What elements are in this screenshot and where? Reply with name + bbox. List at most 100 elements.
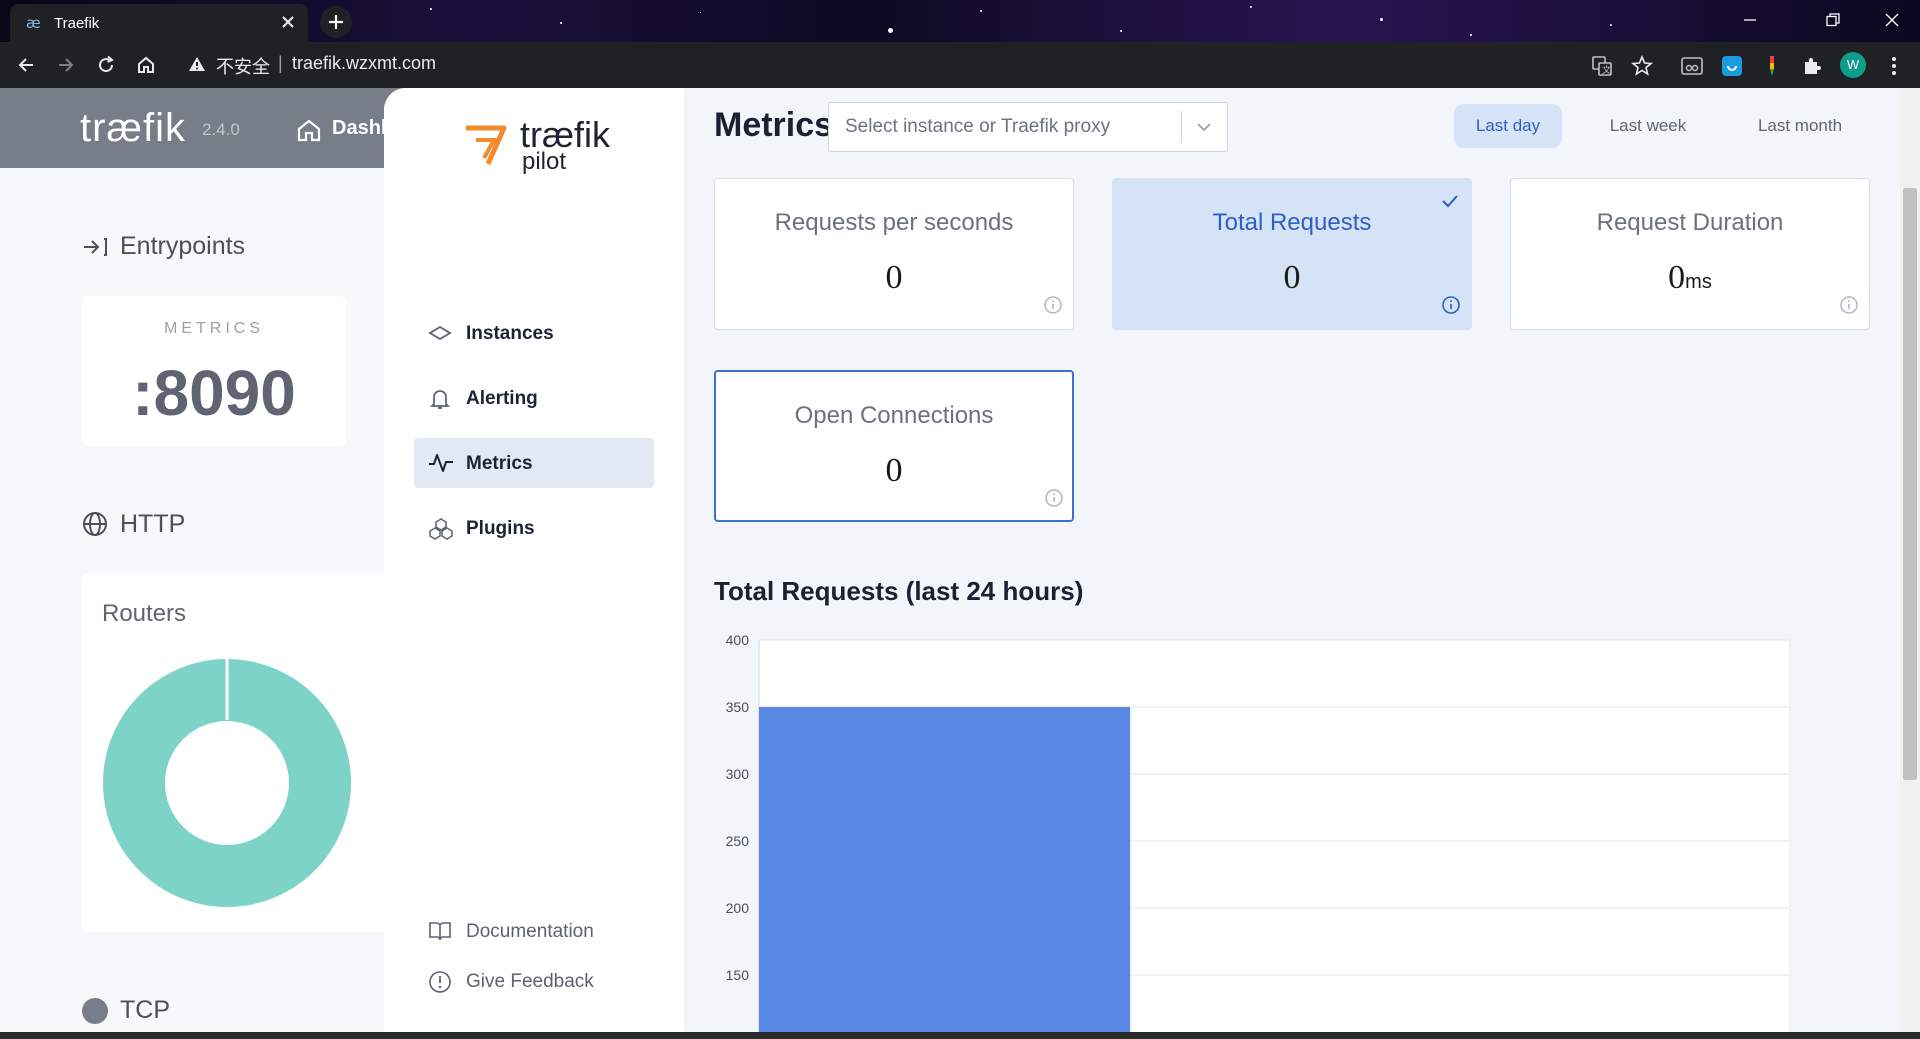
background-star xyxy=(430,8,432,10)
chart-bar xyxy=(759,707,1131,1039)
background-star xyxy=(980,10,982,12)
range-last-week[interactable]: Last week xyxy=(1588,104,1708,148)
routers-heading: Routers xyxy=(102,600,187,627)
entrypoints-heading: Entrypoints xyxy=(120,232,246,260)
entrypoint-name: METRICS xyxy=(164,320,264,337)
total-requests-chart[interactable]: 400 350 300 250 200 150 xyxy=(714,628,1834,1039)
bell-icon xyxy=(428,387,452,411)
back-button[interactable] xyxy=(12,51,40,79)
home-button[interactable] xyxy=(132,51,160,79)
metric-value: 0 xyxy=(885,259,903,296)
plus-icon xyxy=(329,15,343,29)
nav-item-label: Documentation xyxy=(466,921,594,942)
nav-item-plugins[interactable]: Plugins xyxy=(414,503,654,553)
translate-icon[interactable]: 文 xyxy=(1590,54,1614,78)
minimize-icon xyxy=(1744,19,1756,21)
nav-item-documentation[interactable]: Documentation xyxy=(414,906,654,956)
nav-item-give-feedback[interactable]: Give Feedback xyxy=(414,956,654,1006)
close-icon xyxy=(1885,13,1899,27)
arrow-left-icon xyxy=(18,58,33,72)
nav-item-alerting[interactable]: Alerting xyxy=(414,373,654,423)
metrics-main: Metrics Select instance or Traefik proxy… xyxy=(684,88,1904,1039)
nav-item-label: Give Feedback xyxy=(466,971,594,992)
y-tick-label: 350 xyxy=(726,699,750,715)
background-star xyxy=(1470,34,1472,36)
kebab-menu-icon[interactable] xyxy=(1882,54,1906,78)
reader-extension-icon[interactable] xyxy=(1680,54,1704,78)
pilot-panel: træfik pilot Instances Alerting Metrics xyxy=(384,88,1920,1039)
traefik-logo[interactable]: træfik xyxy=(80,106,186,151)
instances-icon xyxy=(428,322,452,344)
nav-item-label: Instances xyxy=(466,323,554,344)
metric-unit: ms xyxy=(1685,271,1712,293)
y-tick-label: 150 xyxy=(726,967,750,983)
chart-title: Total Requests (last 24 hours) xyxy=(714,576,1084,606)
reload-button[interactable] xyxy=(92,51,120,79)
url-separator: | xyxy=(278,53,283,73)
y-tick-label: 250 xyxy=(726,833,750,849)
pilot-logo[interactable]: træfik pilot xyxy=(464,114,614,180)
nav-item-instances[interactable]: Instances xyxy=(414,308,654,358)
nav-item-label: Plugins xyxy=(466,518,535,539)
plugins-icon xyxy=(428,517,454,541)
metric-card-title: Request Duration xyxy=(1596,209,1784,236)
arrow-right-icon xyxy=(59,58,74,72)
info-icon[interactable] xyxy=(1441,295,1461,315)
puzzle-extensions-icon[interactable] xyxy=(1800,54,1824,78)
http-heading: HTTP xyxy=(120,510,186,538)
range-last-day[interactable]: Last day xyxy=(1454,104,1562,148)
background-star xyxy=(1610,24,1612,26)
bookmark-star-icon[interactable] xyxy=(1630,54,1654,78)
nav-item-metrics[interactable]: Metrics xyxy=(414,438,654,488)
insecure-label[interactable]: 不安全 xyxy=(216,53,270,79)
requests-per-second-card[interactable]: Requests per seconds 0 xyxy=(714,178,1074,330)
profile-avatar[interactable]: W xyxy=(1840,52,1866,78)
routers-donut-chart[interactable] xyxy=(102,658,352,908)
background-star xyxy=(888,28,893,33)
info-icon[interactable] xyxy=(1043,295,1063,315)
metric-card-title: Open Connections xyxy=(794,402,994,429)
chevron-down-icon[interactable] xyxy=(1195,119,1213,135)
extension-color-icon[interactable] xyxy=(1760,54,1784,78)
background-star xyxy=(560,22,562,24)
background-star xyxy=(1250,6,1252,8)
metric-value: 0 xyxy=(1668,259,1686,296)
extension-blue-icon[interactable] xyxy=(1720,54,1744,78)
instance-select[interactable]: Select instance or Traefik proxy xyxy=(828,102,1228,152)
scrollbar-thumb[interactable] xyxy=(1903,188,1917,780)
request-duration-card[interactable]: Request Duration 0ms xyxy=(1510,178,1870,330)
range-last-month[interactable]: Last month xyxy=(1730,104,1870,148)
restore-button[interactable] xyxy=(1805,0,1861,40)
check-icon xyxy=(1441,193,1459,209)
info-icon[interactable] xyxy=(1044,488,1064,508)
pilot-logo-pilot: pilot xyxy=(522,148,567,175)
tab-close-icon[interactable] xyxy=(280,14,296,30)
metric-value: 0 xyxy=(885,452,903,489)
metric-card-title: Requests per seconds xyxy=(774,209,1014,236)
version-label: 2.4.0 xyxy=(202,120,240,139)
forward-button[interactable] xyxy=(52,51,80,79)
select-divider xyxy=(1181,111,1182,143)
entrypoint-arrow-icon xyxy=(82,236,108,258)
info-icon[interactable] xyxy=(1839,295,1859,315)
tcp-heading: TCP xyxy=(120,996,170,1024)
close-window-button[interactable] xyxy=(1864,0,1920,40)
address-bar-row: 不安全 | traefik.wzxmt.com 文 W xyxy=(0,42,1920,88)
metric-card-value: 0ms xyxy=(1511,259,1869,297)
svg-text:文: 文 xyxy=(1602,64,1611,76)
page-title: Metrics xyxy=(714,106,834,144)
svg-text:æ: æ xyxy=(26,14,41,32)
minimize-button[interactable] xyxy=(1722,0,1778,40)
background-star xyxy=(700,12,701,13)
total-requests-card[interactable]: Total Requests 0 xyxy=(1112,178,1472,330)
browser-tab[interactable]: æ Traefik xyxy=(10,4,308,42)
traefik-favicon-icon: æ xyxy=(26,14,46,32)
feedback-icon xyxy=(428,970,452,994)
book-icon xyxy=(428,920,452,942)
open-connections-card[interactable]: Open Connections 0 xyxy=(714,370,1074,522)
new-tab-button[interactable] xyxy=(320,6,352,38)
warning-triangle-icon[interactable] xyxy=(188,55,206,73)
nav-item-label: Alerting xyxy=(466,388,538,409)
url-text[interactable]: traefik.wzxmt.com xyxy=(292,53,436,74)
metric-card-title: Total Requests xyxy=(1212,209,1372,236)
